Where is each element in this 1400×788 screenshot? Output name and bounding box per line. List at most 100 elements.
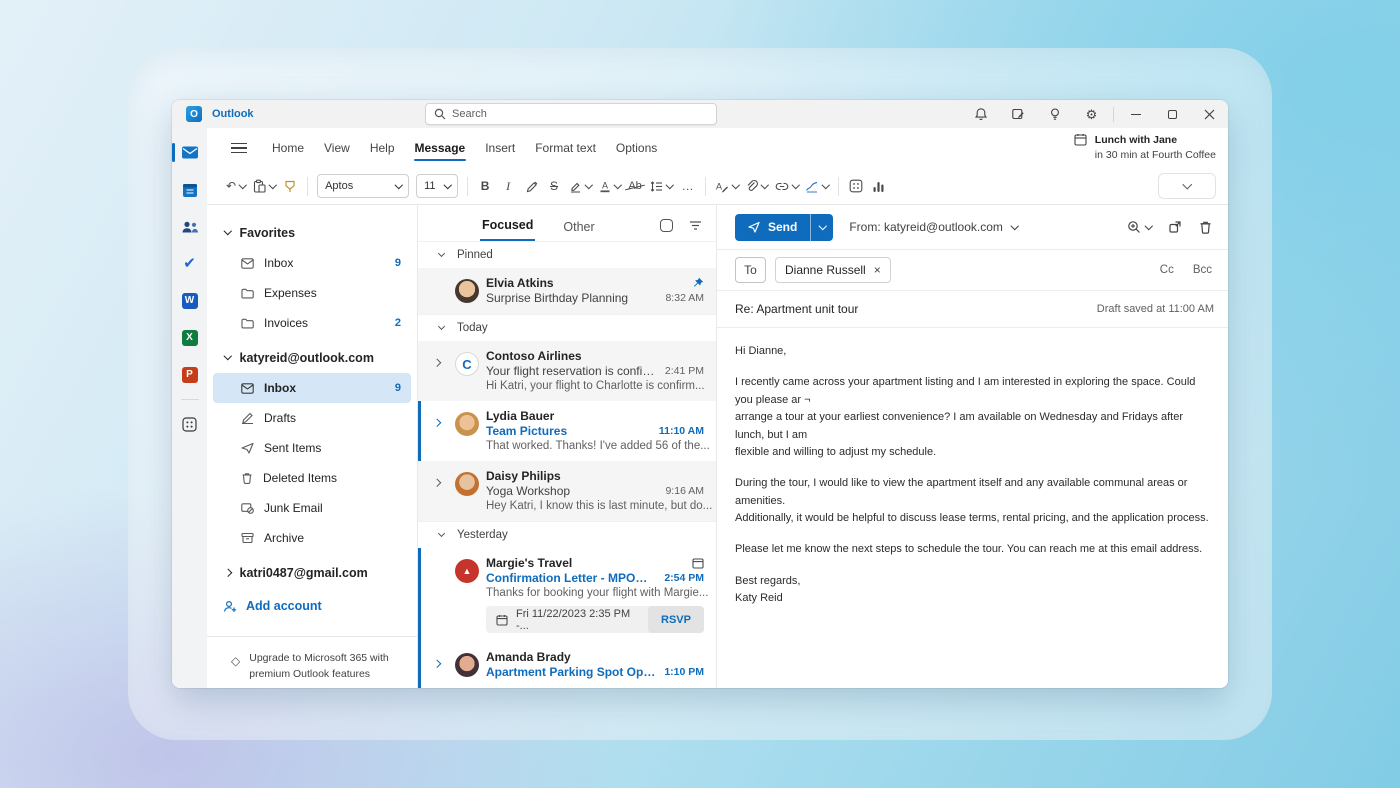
tab-options[interactable]: Options (607, 135, 666, 161)
tab-insert[interactable]: Insert (476, 135, 524, 161)
account-header-outlook[interactable]: katyreid@outlook.com (207, 342, 417, 373)
undo-button[interactable]: ↶ (223, 173, 249, 199)
upgrade-promo[interactable]: ◇ Upgrade to Microsoft 365 with premium … (207, 651, 417, 683)
bar-chart-icon (872, 180, 885, 193)
folder-deleted-items[interactable]: Deleted Items (213, 463, 411, 493)
chart-button[interactable] (868, 173, 890, 199)
rail-powerpoint-button[interactable]: P (172, 356, 207, 393)
favorites-header[interactable]: Favorites (207, 217, 417, 248)
expand-thread-icon[interactable] (434, 409, 448, 452)
account-header-gmail[interactable]: katri0487@gmail.com (207, 557, 417, 588)
clear-formatting-button[interactable]: Ab (624, 173, 646, 199)
highlight-button[interactable] (566, 173, 595, 199)
meeting-rsvp-row[interactable]: Fri 11/22/2023 2:35 PM -... RSVP (486, 606, 704, 633)
recipient-chip[interactable]: Dianne Russell × (775, 257, 891, 283)
rsvp-button[interactable]: RSVP (648, 606, 704, 633)
reminder-subtitle: in 30 min at Fourth Coffee (1095, 149, 1216, 161)
folder-inbox-selected[interactable]: Inbox 9 (213, 373, 411, 403)
bcc-button[interactable]: Bcc (1193, 264, 1212, 276)
line-spacing-button[interactable] (647, 173, 676, 199)
message-body-editor[interactable]: Hi Dianne, I recently came across your a… (717, 328, 1228, 688)
remove-recipient-button[interactable]: × (874, 264, 881, 276)
message-row-lydia[interactable]: Lydia Bauer Team Pictures 11:10 AM That … (418, 401, 716, 461)
maximize-button[interactable] (1154, 100, 1191, 128)
send-button[interactable]: Send (735, 214, 810, 241)
tab-view[interactable]: View (315, 135, 359, 161)
send-options-button[interactable] (810, 214, 833, 241)
folder-drafts[interactable]: Drafts (213, 403, 411, 433)
tab-focused[interactable]: Focused (480, 210, 535, 241)
group-header-yesterday[interactable]: Yesterday (418, 521, 716, 548)
editor-button[interactable]: A (712, 173, 742, 199)
chevron-down-icon (394, 181, 402, 189)
font-size-select[interactable]: 11 (416, 174, 458, 198)
more-formatting-button[interactable]: … (677, 173, 699, 199)
filter-icon[interactable] (689, 220, 702, 231)
tab-other[interactable]: Other (561, 212, 596, 241)
expand-thread-icon[interactable] (434, 650, 448, 679)
search-input[interactable] (452, 108, 708, 120)
expand-thread-icon[interactable] (434, 349, 448, 392)
rail-mail-button[interactable] (172, 134, 207, 171)
my-day-button[interactable] (999, 100, 1036, 128)
settings-gear-button[interactable]: ⚙ (1073, 100, 1110, 128)
message-row-amanda[interactable]: Amanda Brady Apartment Parking Spot Open… (418, 642, 716, 688)
zoom-button[interactable] (1127, 220, 1152, 234)
notifications-button[interactable] (962, 100, 999, 128)
pen-button[interactable] (520, 173, 542, 199)
compose-action-bar: Send From: katyreid@outlook.com (717, 205, 1228, 250)
message-row-daisy[interactable]: Daisy Philips Yoga Workshop 9:16 AM Hey … (418, 461, 716, 521)
chevron-down-icon (613, 181, 621, 189)
calendar-reminder[interactable]: Lunch with Jane in 30 min at Fourth Coff… (1074, 133, 1216, 162)
folder-expenses[interactable]: Expenses (213, 278, 411, 308)
rail-word-button[interactable]: W (172, 282, 207, 319)
ribbon-expand-button[interactable] (1158, 173, 1216, 199)
folder-favorites-inbox[interactable]: Inbox 9 (213, 248, 411, 278)
minimize-button[interactable] (1117, 100, 1154, 128)
tips-bulb-button[interactable] (1036, 100, 1073, 128)
discard-draft-button[interactable] (1199, 220, 1212, 234)
close-button[interactable] (1191, 100, 1228, 128)
tab-format-text[interactable]: Format text (526, 135, 605, 161)
paste-button[interactable] (250, 173, 279, 199)
insert-link-button[interactable] (772, 173, 802, 199)
strikethrough-button[interactable]: S (543, 173, 565, 199)
toolbar-divider (838, 177, 839, 196)
rail-calendar-button[interactable] (172, 171, 207, 208)
rail-more-apps-button[interactable] (172, 406, 207, 443)
pin-icon (684, 277, 704, 289)
to-button[interactable]: To (735, 257, 766, 283)
signature-button[interactable] (802, 173, 832, 199)
folder-sent-items[interactable]: Sent Items (213, 433, 411, 463)
folder-junk-email[interactable]: Junk Email (213, 493, 411, 523)
add-account-button[interactable]: Add account (207, 588, 417, 624)
message-row-margie[interactable]: ▲ Margie's Travel Confirmation Letter - … (418, 548, 716, 642)
group-header-pinned[interactable]: Pinned (418, 241, 716, 268)
tab-help[interactable]: Help (361, 135, 404, 161)
group-header-today[interactable]: Today (418, 314, 716, 341)
from-selector[interactable]: From: katyreid@outlook.com (849, 220, 1017, 234)
search-box[interactable] (425, 103, 717, 125)
format-painter-button[interactable] (279, 173, 301, 199)
bold-button[interactable]: B (474, 173, 496, 199)
hamburger-menu-button[interactable] (231, 143, 247, 153)
italic-button[interactable]: I (497, 173, 519, 199)
apps-button[interactable] (845, 173, 867, 199)
message-row-elvia[interactable]: Elvia Atkins Surprise Birthday Planning … (418, 268, 716, 314)
tab-home[interactable]: Home (263, 135, 313, 161)
cc-button[interactable]: Cc (1160, 264, 1174, 276)
rail-excel-button[interactable]: X (172, 319, 207, 356)
message-row-contoso[interactable]: C Contoso Airlines Your flight reservati… (418, 341, 716, 401)
folder-invoices[interactable]: Invoices 2 (213, 308, 411, 338)
subject-field[interactable]: Re: Apartment unit tour (735, 302, 858, 316)
open-in-new-window-button[interactable] (1168, 220, 1182, 234)
rail-people-button[interactable] (172, 208, 207, 245)
expand-thread-icon[interactable] (434, 469, 448, 512)
tab-message[interactable]: Message (406, 135, 475, 161)
select-messages-icon[interactable] (660, 219, 673, 232)
folder-archive[interactable]: Archive (213, 523, 411, 553)
rail-todo-button[interactable]: ✔ (172, 245, 207, 282)
font-name-select[interactable]: Aptos (317, 174, 409, 198)
font-color-button[interactable]: A (596, 173, 624, 199)
attach-file-button[interactable] (742, 173, 771, 199)
